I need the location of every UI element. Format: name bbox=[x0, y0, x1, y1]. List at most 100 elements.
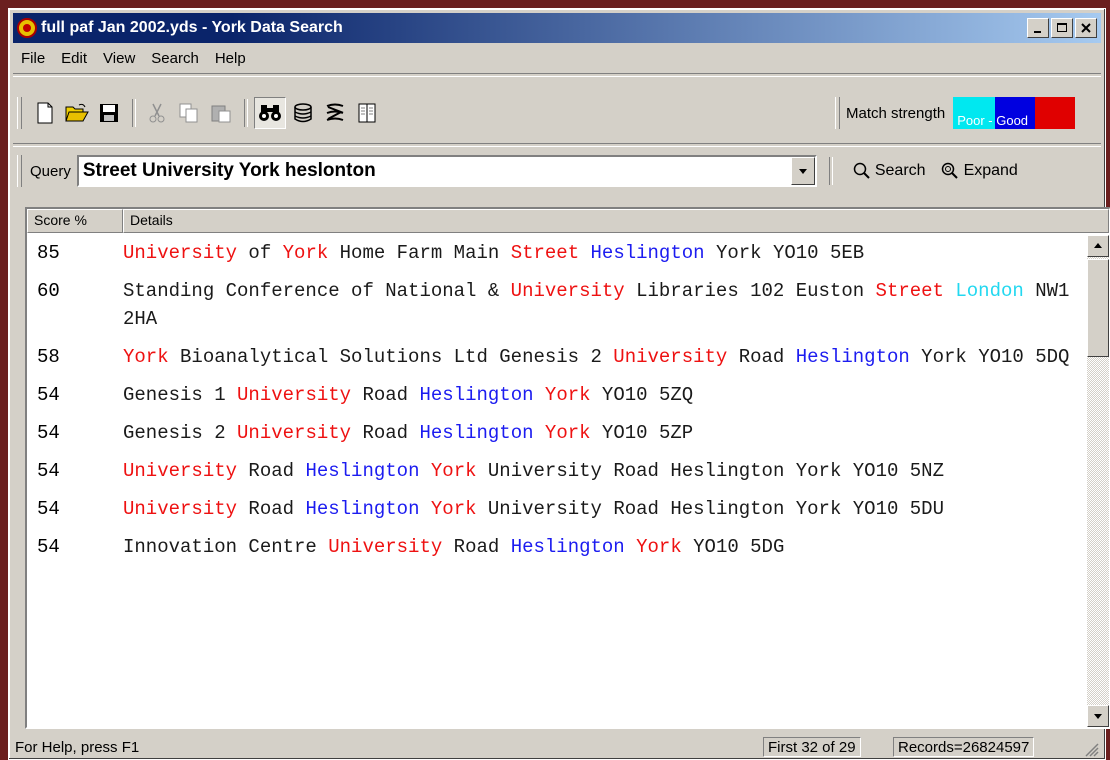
detail-text: of bbox=[237, 242, 283, 264]
result-row[interactable]: 54 Genesis 1 University Road Heslington Y… bbox=[27, 377, 1087, 415]
arrow-up-icon bbox=[1094, 243, 1102, 248]
result-score: 54 bbox=[37, 536, 60, 558]
new-file-icon bbox=[37, 102, 53, 124]
toolbar-divider bbox=[13, 143, 1101, 147]
find-button[interactable] bbox=[254, 97, 286, 129]
result-details: Genesis 1 University Road Heslington Yor… bbox=[123, 381, 1073, 409]
result-row[interactable]: 54 University Road Heslington York Univer… bbox=[27, 453, 1087, 491]
toolbar-grip[interactable] bbox=[17, 97, 22, 129]
matched-term: York bbox=[636, 536, 682, 558]
menu-file[interactable]: File bbox=[13, 50, 53, 67]
detail-text: YO10 5DG bbox=[681, 536, 785, 558]
result-score: 58 bbox=[37, 346, 60, 368]
column-header-details[interactable]: Details bbox=[123, 209, 1109, 233]
result-score: 54 bbox=[37, 460, 60, 482]
result-score: 85 bbox=[37, 242, 60, 264]
toolbar-grip[interactable] bbox=[17, 155, 22, 187]
database-button[interactable] bbox=[288, 98, 318, 128]
detail-text bbox=[419, 498, 430, 520]
query-dropdown-button[interactable] bbox=[790, 157, 815, 185]
match-strength-scale: Poor - Good bbox=[953, 97, 1076, 129]
result-details: York Bioanalytical Solutions Ltd Genesis… bbox=[123, 343, 1073, 371]
minimize-button[interactable] bbox=[1027, 18, 1049, 38]
paste-button[interactable] bbox=[206, 98, 236, 128]
match-strength-panel: Match strength Poor - Good bbox=[835, 93, 1076, 133]
matched-term: York bbox=[282, 242, 329, 264]
toolbar-grip[interactable] bbox=[835, 97, 840, 129]
detail-text bbox=[944, 280, 955, 302]
detail-text: York YO10 5EB bbox=[704, 242, 865, 264]
detail-text: Road bbox=[727, 346, 796, 368]
match-strength-label: Match strength bbox=[846, 104, 946, 122]
result-row[interactable]: 60 Standing Conference of National & Univ… bbox=[27, 273, 1087, 339]
detail-text: Innovation Centre bbox=[123, 536, 329, 558]
app-window: full paf Jan 2002.yds - York Data Search… bbox=[8, 8, 1110, 760]
query-combobox[interactable] bbox=[76, 155, 817, 187]
matched-term: Heslington bbox=[510, 536, 625, 558]
title-bar[interactable]: full paf Jan 2002.yds - York Data Search bbox=[13, 13, 1101, 43]
matched-term: York bbox=[430, 460, 477, 482]
matched-term: York bbox=[544, 422, 591, 444]
detail-text: Bioanalytical Solutions Ltd Genesis 2 bbox=[168, 346, 614, 368]
copy-icon bbox=[179, 103, 198, 123]
cut-button[interactable] bbox=[142, 98, 172, 128]
sigma-button[interactable] bbox=[320, 98, 350, 128]
query-bar: Query Search Expand bbox=[17, 151, 1097, 191]
arrow-down-icon bbox=[1094, 714, 1102, 719]
window-title: full paf Jan 2002.yds - York Data Search bbox=[41, 19, 343, 36]
result-details: University Road Heslington York Universi… bbox=[123, 495, 1073, 523]
result-row[interactable]: 85 University of York Home Farm Main Stre… bbox=[27, 235, 1087, 273]
matched-term: University bbox=[123, 460, 238, 482]
detail-text: Home Farm Main bbox=[328, 242, 511, 264]
search-button[interactable]: Search bbox=[853, 162, 926, 180]
scroll-down-button[interactable] bbox=[1087, 705, 1109, 727]
matched-term: Heslington bbox=[419, 422, 534, 444]
query-input[interactable] bbox=[80, 157, 785, 185]
detail-text: Libraries 102 Euston bbox=[624, 280, 876, 302]
detail-text: Genesis 2 bbox=[123, 422, 238, 444]
result-details: University Road Heslington York Universi… bbox=[123, 457, 1073, 485]
menu-help[interactable]: Help bbox=[207, 50, 254, 67]
columns-button[interactable] bbox=[352, 98, 382, 128]
result-row[interactable]: 54 Genesis 2 University Road Heslington Y… bbox=[27, 415, 1087, 453]
scroll-up-button[interactable] bbox=[1087, 235, 1109, 257]
toolbar-separator bbox=[828, 157, 833, 185]
matched-term: Heslington bbox=[795, 346, 910, 368]
save-button[interactable] bbox=[94, 98, 124, 128]
menu-edit[interactable]: Edit bbox=[53, 50, 95, 67]
menu-view[interactable]: View bbox=[95, 50, 143, 67]
result-score: 60 bbox=[37, 280, 60, 302]
result-row[interactable]: 54 University Road Heslington York Univer… bbox=[27, 491, 1087, 529]
close-button[interactable] bbox=[1075, 18, 1097, 38]
scroll-thumb[interactable] bbox=[1087, 259, 1109, 357]
menu-search[interactable]: Search bbox=[143, 50, 207, 67]
matched-term: York bbox=[123, 346, 169, 368]
copy-button[interactable] bbox=[174, 98, 204, 128]
result-details: Standing Conference of National & Univer… bbox=[123, 277, 1073, 333]
result-details: University of York Home Farm Main Street… bbox=[123, 239, 1073, 267]
status-help-text: For Help, press F1 bbox=[15, 739, 140, 756]
resize-grip-icon[interactable] bbox=[1083, 741, 1099, 757]
result-score: 54 bbox=[37, 422, 60, 444]
match-strength-scale-label: Poor - Good bbox=[957, 113, 1029, 128]
detail-text: Standing Conference of National & bbox=[123, 280, 511, 302]
matched-term: Street bbox=[875, 280, 944, 302]
new-file-button[interactable] bbox=[30, 98, 60, 128]
matched-term: University bbox=[510, 280, 625, 302]
maximize-button[interactable] bbox=[1051, 18, 1073, 38]
result-row[interactable]: 58 York Bioanalytical Solutions Ltd Genes… bbox=[27, 339, 1087, 377]
matched-term: Heslington bbox=[590, 242, 705, 264]
result-row[interactable]: 54 Innovation Centre University Road Hesl… bbox=[27, 529, 1087, 567]
menu-divider bbox=[13, 73, 1101, 77]
matched-term: University bbox=[328, 536, 443, 558]
vertical-scrollbar[interactable] bbox=[1087, 235, 1109, 727]
sigma-icon bbox=[326, 103, 344, 121]
results-list[interactable]: Score % Details 85 University of York Hom… bbox=[25, 207, 1110, 729]
result-score: 54 bbox=[37, 384, 60, 406]
columns-icon bbox=[358, 103, 376, 123]
column-header-score[interactable]: Score % bbox=[27, 209, 123, 233]
expand-button[interactable]: Expand bbox=[940, 162, 1018, 180]
close-icon bbox=[1081, 23, 1091, 33]
open-file-button[interactable] bbox=[62, 98, 92, 128]
matched-term: York bbox=[544, 384, 591, 406]
